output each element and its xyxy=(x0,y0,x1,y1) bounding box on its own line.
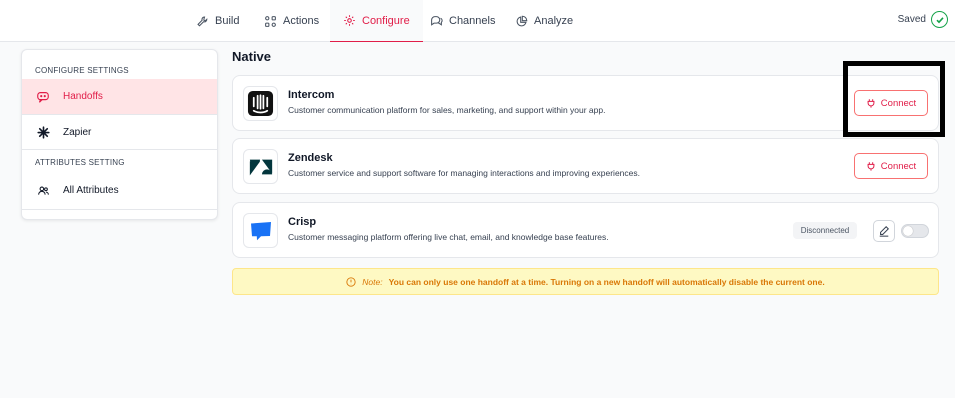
toggle-knob xyxy=(903,226,913,236)
integration-description: Customer messaging platform offering liv… xyxy=(288,232,609,242)
integration-description: Customer service and support software fo… xyxy=(288,168,640,178)
chat-bubbles-icon xyxy=(431,15,443,26)
sidebar-item-handoffs-label: Handoffs xyxy=(63,91,103,102)
tab-build[interactable]: Build xyxy=(196,0,239,42)
sidebar-divider xyxy=(22,149,217,150)
integration-name: Crisp xyxy=(288,216,317,228)
chart-pie-icon xyxy=(516,15,528,26)
tab-configure-label: Configure xyxy=(362,14,410,27)
handoff-icon xyxy=(35,89,51,105)
tab-actions-label: Actions xyxy=(283,15,320,27)
tab-analyze-label: Analyze xyxy=(534,15,574,27)
integration-description: Customer communication platform for sale… xyxy=(288,105,606,115)
sidebar-item-zapier[interactable]: Zapier xyxy=(22,115,217,150)
settings-sidebar: CONFIGURE SETTINGS Handoffs Zapier ATTRI… xyxy=(21,49,218,220)
integration-name: Intercom xyxy=(288,89,335,101)
top-navigation: Build Actions Configure Channels Analyze… xyxy=(0,0,955,42)
actions-icon xyxy=(265,15,276,27)
tab-actions[interactable]: Actions xyxy=(264,0,319,42)
note-lead: Note: xyxy=(362,276,383,287)
integration-card-crisp: Crisp Customer messaging platform offeri… xyxy=(232,202,939,258)
zendesk-logo-icon xyxy=(243,149,278,184)
connect-label: Connect xyxy=(880,160,917,172)
tab-channels[interactable]: Channels xyxy=(430,0,495,42)
tab-build-label: Build xyxy=(215,15,240,27)
section-title: Native xyxy=(232,49,272,64)
zapier-icon xyxy=(35,125,51,141)
save-status-label: Saved xyxy=(897,14,926,25)
gear-icon xyxy=(344,15,355,26)
note-text: You can only use one handoff at a time. … xyxy=(388,276,825,287)
crisp-logo-icon xyxy=(243,213,278,248)
crisp-toggle[interactable] xyxy=(901,224,929,238)
tab-configure[interactable]: Configure xyxy=(330,0,423,42)
status-badge: Disconnected xyxy=(793,222,857,239)
integration-name: Zendesk xyxy=(288,152,333,164)
tab-channels-label: Channels xyxy=(449,15,496,27)
handoff-note-banner: Note: You can only use one handoff at a … xyxy=(232,268,939,295)
configure-settings-heading: CONFIGURE SETTINGS xyxy=(35,66,129,75)
intercom-logo-icon xyxy=(243,86,278,121)
sidebar-item-handoffs[interactable]: Handoffs xyxy=(22,79,217,114)
highlight-box xyxy=(843,61,945,137)
crisp-settings-button[interactable] xyxy=(873,220,895,242)
zendesk-connect-button[interactable]: Connect xyxy=(854,153,928,179)
edit-settings-icon xyxy=(879,225,890,237)
users-icon xyxy=(35,183,51,199)
save-status: Saved xyxy=(898,11,948,28)
sidebar-item-all-attributes-label: All Attributes xyxy=(63,185,119,196)
check-circle-icon xyxy=(931,11,948,28)
sidebar-item-all-attributes[interactable]: All Attributes xyxy=(22,173,217,208)
sidebar-divider xyxy=(22,209,217,210)
integration-card-intercom: Intercom Customer communication platform… xyxy=(232,75,939,131)
sidebar-item-zapier-label: Zapier xyxy=(63,127,92,138)
integration-card-zendesk: Zendesk Customer service and support sof… xyxy=(232,138,939,194)
plug-icon xyxy=(867,162,875,171)
info-icon xyxy=(346,276,356,287)
attributes-setting-heading: ATTRIBUTES SETTING xyxy=(35,158,125,167)
tab-analyze[interactable]: Analyze xyxy=(515,0,573,42)
wrench-icon xyxy=(197,16,208,27)
